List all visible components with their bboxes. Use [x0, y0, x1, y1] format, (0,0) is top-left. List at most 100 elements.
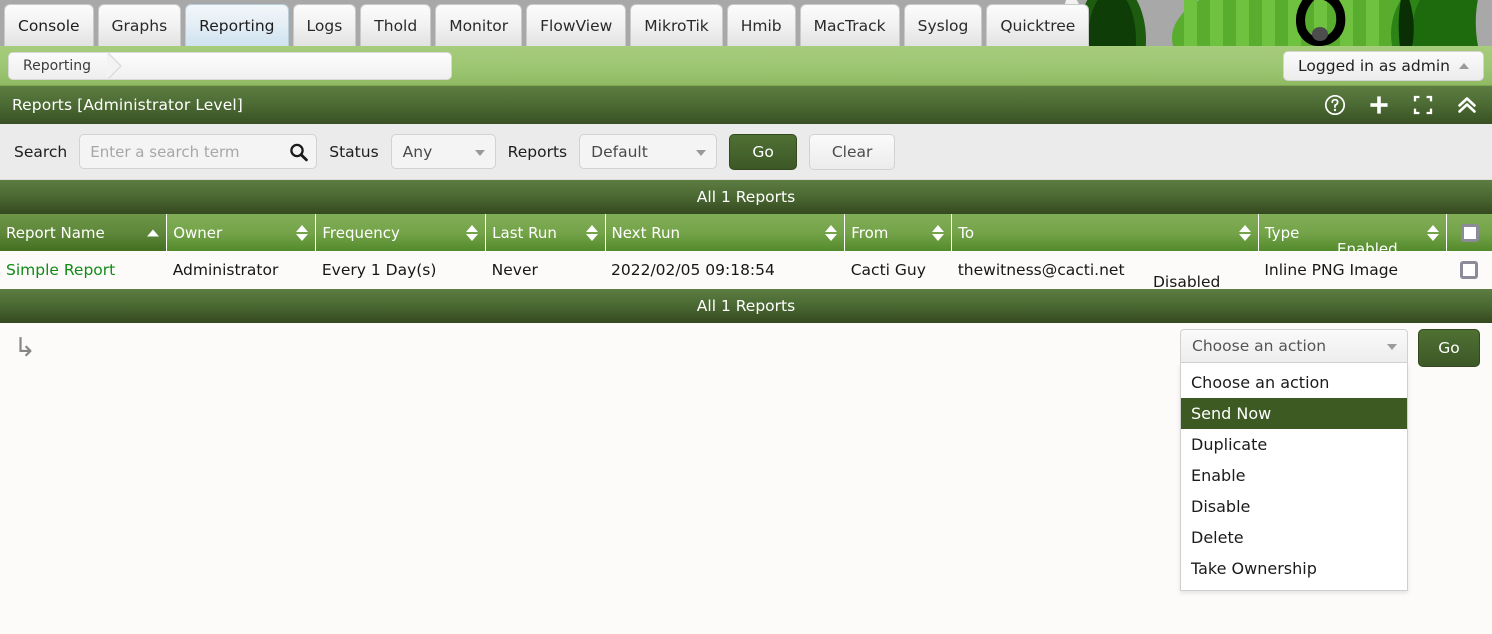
cell-frequency: Every 1 Day(s)	[315, 251, 486, 289]
status-select[interactable]: Any	[390, 134, 496, 169]
sort-toggle-icon	[1427, 224, 1440, 241]
cell-row-checkbox	[1446, 251, 1492, 289]
table-header-row: Report Name Owner Frequency Last Run Nex…	[0, 214, 1492, 251]
bulk-action-controls: Choose an action Choose an action Send N…	[1180, 329, 1480, 591]
column-label: Owner	[173, 223, 223, 242]
sort-toggle-icon	[296, 224, 309, 241]
action-option-enable[interactable]: Enable	[1181, 460, 1407, 491]
logged-in-user-button[interactable]: Logged in as admin	[1283, 50, 1484, 81]
search-input[interactable]	[79, 134, 318, 169]
tab-label: Reporting	[199, 16, 275, 35]
tab-label: Graphs	[111, 16, 168, 35]
action-dropdown-trigger[interactable]: Choose an action	[1180, 329, 1408, 363]
tab-console[interactable]: Console	[4, 4, 94, 46]
tab-hmib[interactable]: Hmib	[726, 4, 796, 46]
tab-syslog[interactable]: Syslog	[903, 4, 983, 46]
tab-reporting[interactable]: Reporting	[185, 4, 289, 46]
tab-mactrack[interactable]: MacTrack	[799, 4, 900, 46]
column-label: To	[958, 223, 975, 242]
column-header-owner[interactable]: Owner	[166, 214, 317, 251]
select-all-checkbox[interactable]	[1460, 223, 1479, 242]
tab-quicktree[interactable]: Quicktree	[986, 4, 1090, 46]
column-header-report-name[interactable]: Report Name	[0, 214, 168, 251]
column-label: Next Run	[611, 223, 680, 242]
table-row[interactable]: Simple Report Administrator Every 1 Day(…	[0, 251, 1492, 289]
collapse-icon[interactable]	[1456, 94, 1478, 116]
action-option-duplicate[interactable]: Duplicate	[1181, 429, 1407, 460]
panel-header-actions	[1324, 94, 1478, 116]
tab-list: Console Graphs Reporting Logs Thold Moni…	[0, 0, 1492, 46]
breadcrumb-label: Reporting	[23, 57, 92, 74]
action-option-choose-an-action[interactable]: Choose an action	[1181, 367, 1407, 398]
reports-select[interactable]: Default	[579, 134, 718, 169]
column-header-from[interactable]: From	[844, 214, 953, 251]
filter-clear-button[interactable]: Clear	[809, 133, 896, 170]
action-go-button[interactable]: Go	[1418, 329, 1480, 367]
tab-label: Quicktree	[1000, 16, 1076, 35]
status-label: Status	[329, 142, 379, 161]
tab-label: Logs	[306, 16, 343, 35]
column-header-select-all[interactable]	[1446, 214, 1492, 251]
fullscreen-icon[interactable]	[1412, 94, 1434, 116]
top-tab-bar: Console Graphs Reporting Logs Thold Moni…	[0, 0, 1492, 46]
action-dropdown-value: Choose an action	[1192, 337, 1327, 355]
column-label: Frequency	[322, 223, 400, 242]
tab-label: MacTrack	[813, 16, 886, 35]
help-icon[interactable]	[1324, 94, 1346, 116]
column-header-enabled[interactable]: Enabled	[1337, 240, 1398, 258]
tab-label: FlowView	[540, 16, 613, 35]
column-header-frequency[interactable]: Frequency	[315, 214, 487, 251]
sort-toggle-icon	[825, 224, 838, 241]
breadcrumb-bar: Reporting Logged in as admin	[0, 46, 1492, 86]
search-field-wrapper	[79, 134, 318, 169]
column-header-last-run[interactable]: Last Run	[485, 214, 606, 251]
column-header-next-run[interactable]: Next Run	[605, 214, 846, 251]
breadcrumb-item-reporting[interactable]: Reporting	[9, 52, 123, 79]
report-count-bottom: All 1 Reports	[0, 289, 1492, 323]
sort-toggle-icon	[585, 224, 598, 241]
action-option-take-ownership[interactable]: Take Ownership	[1181, 553, 1407, 584]
action-option-send-now[interactable]: Send Now	[1181, 398, 1407, 429]
chevron-down-icon	[1387, 344, 1397, 350]
action-option-disable[interactable]: Disable	[1181, 491, 1407, 522]
action-option-delete[interactable]: Delete	[1181, 522, 1407, 553]
reports-table: Report Name Owner Frequency Last Run Nex…	[0, 214, 1492, 289]
chevron-down-icon	[474, 149, 485, 156]
action-area: ↳ Choose an action Choose an action Send…	[0, 323, 1492, 608]
tab-label: MikroTik	[644, 16, 709, 35]
tab-label: Console	[18, 16, 80, 35]
column-label: Last Run	[492, 223, 557, 242]
tab-logs[interactable]: Logs	[292, 4, 357, 46]
sort-ascending-icon	[147, 229, 160, 236]
cell-owner: Administrator	[166, 251, 316, 289]
cell-enabled: Disabled	[1153, 273, 1221, 291]
tab-flowview[interactable]: FlowView	[526, 4, 627, 46]
tab-thold[interactable]: Thold	[360, 4, 432, 46]
report-name-link[interactable]: Simple Report	[6, 261, 115, 279]
reports-label: Reports	[507, 142, 568, 161]
panel-header: Reports [Administrator Level]	[0, 86, 1492, 124]
action-dropdown: Choose an action Choose an action Send N…	[1180, 329, 1408, 591]
cell-report-name: Simple Report	[0, 251, 167, 289]
sort-toggle-icon	[1238, 224, 1251, 241]
magnifier-icon[interactable]	[289, 142, 309, 161]
triangle-up-icon	[1459, 62, 1469, 69]
cell-last-run: Never	[485, 251, 605, 289]
action-dropdown-menu: Choose an action Send Now Duplicate Enab…	[1180, 363, 1408, 591]
tab-monitor[interactable]: Monitor	[435, 4, 523, 46]
tab-label: Monitor	[449, 16, 509, 35]
column-header-to[interactable]: To	[951, 214, 1259, 251]
column-label: Report Name	[6, 223, 105, 242]
row-checkbox[interactable]	[1460, 261, 1479, 280]
add-icon[interactable]	[1368, 94, 1390, 116]
tab-label: Hmib	[740, 16, 782, 35]
tab-graphs[interactable]: Graphs	[97, 4, 182, 46]
logged-in-label: Logged in as admin	[1298, 56, 1450, 75]
filter-go-button[interactable]: Go	[729, 133, 798, 170]
reports-select-value: Default	[591, 142, 648, 161]
sort-toggle-icon	[466, 224, 479, 241]
column-label: Type	[1264, 223, 1300, 242]
tab-mikrotik[interactable]: MikroTik	[630, 4, 723, 46]
breadcrumb: Reporting	[8, 51, 452, 80]
filter-bar: Search Status Any Reports Default Go Cle…	[0, 124, 1492, 180]
